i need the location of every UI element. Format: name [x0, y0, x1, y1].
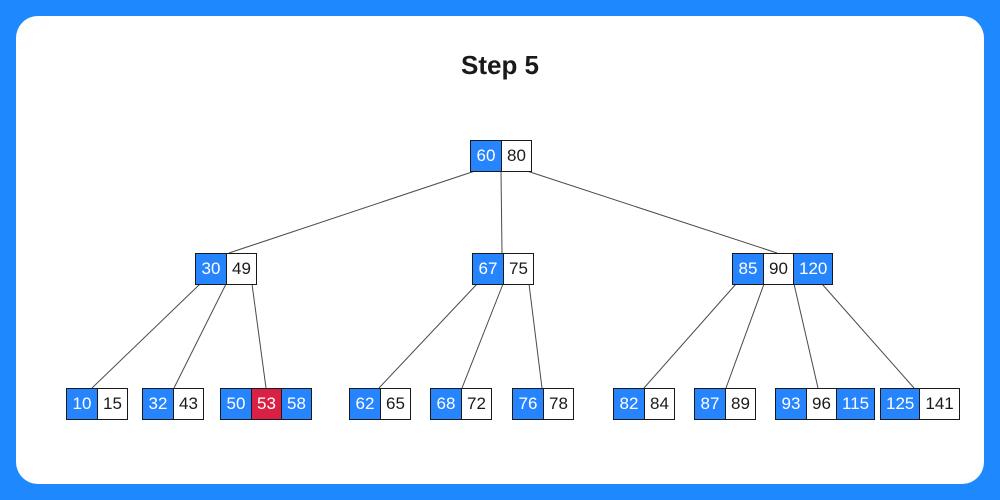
tree-edge	[174, 284, 226, 388]
key-cell: 115	[836, 389, 874, 419]
key-cell: 49	[226, 254, 256, 284]
tree-edge	[726, 284, 764, 388]
node-n1: 3049	[195, 253, 257, 285]
key-cell: 82	[614, 389, 644, 419]
node-l5: 6872	[430, 388, 492, 420]
key-cell: 68	[431, 389, 461, 419]
node-l8: 8789	[694, 388, 756, 420]
node-l2: 3243	[142, 388, 204, 420]
key-cell: 89	[725, 389, 755, 419]
node-l6: 7678	[512, 388, 574, 420]
tree-edge	[644, 284, 736, 388]
key-cell: 65	[380, 389, 410, 419]
tree-edge	[822, 284, 914, 388]
key-cell: 62	[350, 389, 380, 419]
key-cell: 125	[881, 389, 919, 419]
key-cell: 90	[763, 254, 793, 284]
node-l3: 505358	[220, 388, 312, 420]
key-cell: 15	[97, 389, 127, 419]
node-root: 6080	[470, 140, 532, 172]
tree-edge	[252, 284, 266, 388]
node-l7: 8284	[613, 388, 675, 420]
key-cell: 67	[473, 254, 503, 284]
tree-edge	[379, 284, 477, 388]
tree-edge	[462, 284, 503, 388]
tree-edge	[501, 171, 502, 253]
node-n2: 6775	[472, 253, 534, 285]
key-cell: 10	[67, 389, 97, 419]
tree-edge	[794, 284, 818, 388]
key-cell: 72	[461, 389, 491, 419]
key-cell: 75	[503, 254, 533, 284]
key-cell: 120	[793, 254, 832, 284]
key-cell: 58	[281, 389, 311, 419]
node-l10: 125141	[880, 388, 960, 420]
key-cell: 78	[543, 389, 573, 419]
key-cell: 80	[501, 141, 531, 171]
tree-edge	[229, 171, 475, 253]
tree-edge	[527, 171, 777, 253]
key-cell: 84	[644, 389, 674, 419]
key-cell: 30	[196, 254, 226, 284]
key-cell: 87	[695, 389, 725, 419]
key-cell: 53	[251, 389, 281, 419]
node-l9: 9396115	[775, 388, 875, 420]
key-cell: 60	[471, 141, 501, 171]
key-cell: 76	[513, 389, 543, 419]
tree-edge	[529, 284, 542, 388]
key-cell: 50	[221, 389, 251, 419]
key-cell: 85	[733, 254, 763, 284]
key-cell: 93	[776, 389, 806, 419]
diagram-card: Step 5 608030496775859012010153243505358…	[16, 16, 984, 484]
key-cell: 96	[806, 389, 836, 419]
key-cell: 141	[919, 389, 958, 419]
key-cell: 43	[173, 389, 203, 419]
node-l4: 6265	[349, 388, 411, 420]
node-l1: 1015	[66, 388, 128, 420]
key-cell: 32	[143, 389, 173, 419]
node-n3: 8590120	[732, 253, 833, 285]
tree-edge	[92, 284, 200, 388]
